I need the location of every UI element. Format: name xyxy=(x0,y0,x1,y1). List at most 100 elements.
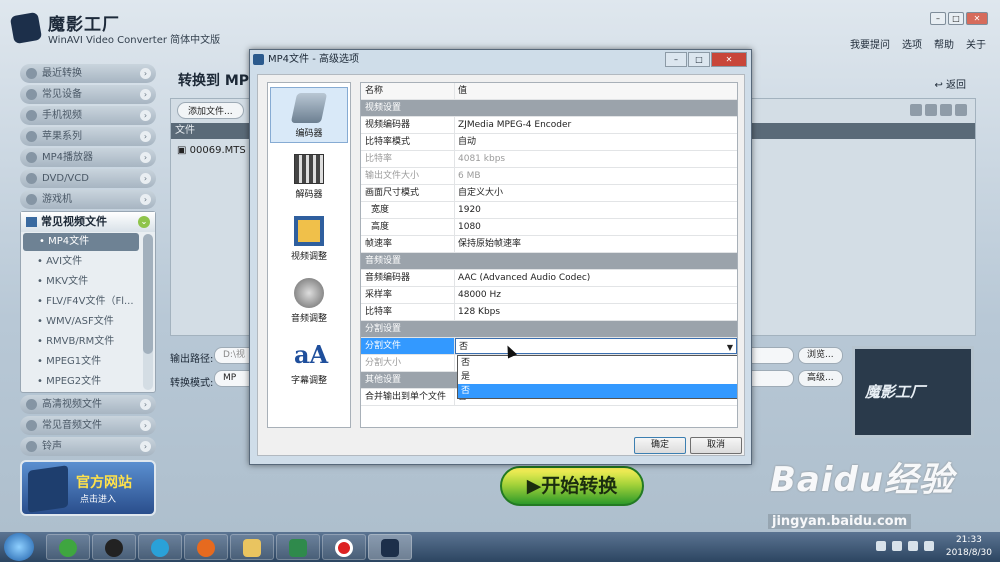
format-item-mpeg2[interactable]: • MPEG2文件 xyxy=(21,372,141,392)
category-encoder[interactable]: 编码器 xyxy=(270,87,348,143)
property-value[interactable]: 否 ▼ xyxy=(455,338,737,354)
file-toolbar xyxy=(910,104,967,116)
property-row[interactable]: 画面尺寸模式 自定义大小 xyxy=(361,185,737,202)
property-value[interactable]: 48000 Hz xyxy=(455,287,737,303)
category-subtitle-adjust[interactable]: aA 字幕调整 xyxy=(270,335,348,391)
property-row[interactable]: 分割文件否 ▼ xyxy=(361,338,737,355)
dialog-minimize-button[interactable]: – xyxy=(665,52,687,67)
advanced-button[interactable]: 高级... xyxy=(798,370,843,387)
dropdown-option[interactable]: 是 xyxy=(458,370,737,384)
property-row[interactable]: 采样率 48000 Hz xyxy=(361,287,737,304)
format-item-mp4[interactable]: • MP4文件 xyxy=(23,233,139,251)
sidebar-item-mp4player[interactable]: MP4播放器 › xyxy=(20,148,156,167)
format-list-scrollbar[interactable] xyxy=(143,234,153,390)
taskbar-app-ie[interactable] xyxy=(46,534,90,560)
property-row[interactable]: 输出文件大小 6 MB xyxy=(361,168,737,185)
property-row[interactable]: 宽度 1920 xyxy=(361,202,737,219)
clock[interactable]: 21:33 2018/8/30 xyxy=(946,534,992,560)
tray-network-icon[interactable] xyxy=(908,541,918,551)
property-value[interactable]: 自定义大小 xyxy=(455,185,737,201)
property-value[interactable]: 1080 xyxy=(455,219,737,235)
taskbar-app-firefox[interactable] xyxy=(184,534,228,560)
taskbar-app-player[interactable] xyxy=(276,534,320,560)
property-row[interactable]: 帧速率 保持原始帧速率 xyxy=(361,236,737,253)
property-value[interactable]: 自动 xyxy=(455,134,737,150)
clear-icon[interactable] xyxy=(955,104,967,116)
add-icon[interactable] xyxy=(940,104,952,116)
taskbar-app-explorer[interactable] xyxy=(230,534,274,560)
property-row[interactable]: 比特率 4081 kbps xyxy=(361,151,737,168)
cancel-button[interactable]: 取消 xyxy=(690,437,742,454)
chevron-right-icon: › xyxy=(140,173,151,184)
taskbar-app-media[interactable] xyxy=(138,534,182,560)
property-row[interactable]: 音频编码器 AAC (Advanced Audio Codec) xyxy=(361,270,737,287)
tray-arrow-icon[interactable] xyxy=(876,541,886,551)
tray-flag-icon[interactable] xyxy=(892,541,902,551)
back-button[interactable]: ↩ 返回 xyxy=(934,76,966,91)
official-site-sub: 点击进入 xyxy=(80,495,117,505)
sidebar-item-recent[interactable]: 最近转换 › xyxy=(20,64,156,83)
sidebar-item-dvd[interactable]: DVD/VCD › xyxy=(20,169,156,188)
dialog-maximize-button[interactable]: □ xyxy=(688,52,710,67)
ok-button[interactable]: 确定 xyxy=(634,437,686,454)
clock-date: 2018/8/30 xyxy=(945,548,992,558)
remove-icon[interactable] xyxy=(910,104,922,116)
winavi-icon xyxy=(381,539,399,557)
format-item-avi[interactable]: • AVI文件 xyxy=(21,252,141,272)
dropdown-option[interactable]: 否 xyxy=(458,356,737,370)
browse-button[interactable]: 浏览... xyxy=(798,347,843,364)
add-file-button[interactable]: 添加文件... xyxy=(177,102,244,119)
clock-time: 21:33 xyxy=(955,535,982,545)
media-icon xyxy=(151,539,169,557)
menu-about[interactable]: 关于 xyxy=(966,36,986,51)
property-value[interactable]: 4081 kbps xyxy=(455,151,737,167)
file-row[interactable]: ▣ 00069.MTS xyxy=(177,145,246,156)
menu-ask[interactable]: 我要提问 xyxy=(850,36,890,51)
menu-help[interactable]: 帮助 xyxy=(934,36,954,51)
taskbar-app-qq[interactable] xyxy=(92,534,136,560)
property-value[interactable]: 1920 xyxy=(455,202,737,218)
sidebar-group-header[interactable]: 常见视频文件 ⌄ xyxy=(21,212,155,232)
property-value[interactable]: ZJMedia MPEG-4 Encoder xyxy=(455,117,737,133)
dropdown-arrow-icon[interactable]: ▼ xyxy=(727,339,733,356)
close-button[interactable]: ✕ xyxy=(966,12,988,25)
format-item-wmv[interactable]: • WMV/ASF文件 xyxy=(21,312,141,332)
property-value[interactable]: 128 Kbps xyxy=(455,304,737,320)
sidebar-item-phone[interactable]: 手机视频 › xyxy=(20,106,156,125)
category-decoder[interactable]: 解码器 xyxy=(270,149,348,205)
format-item-flv[interactable]: • FLV/F4V文件（Fl... xyxy=(21,292,141,312)
taskbar-app-winavi[interactable] xyxy=(368,534,412,560)
property-value[interactable]: 保持原始帧速率 xyxy=(455,236,737,252)
property-row[interactable]: 高度 1080 xyxy=(361,219,737,236)
taskbar-app-record[interactable] xyxy=(322,534,366,560)
tray-volume-icon[interactable] xyxy=(924,541,934,551)
dropdown-option-highlighted[interactable]: 否 xyxy=(458,384,737,398)
format-item-mkv[interactable]: • MKV文件 xyxy=(21,272,141,292)
property-value[interactable]: 6 MB xyxy=(455,168,737,184)
sidebar-item-hd[interactable]: 高清视频文件 › xyxy=(20,395,156,414)
category-audio-adjust[interactable]: 音频调整 xyxy=(270,273,348,329)
maximize-button[interactable]: □ xyxy=(948,12,964,25)
start-convert-button[interactable]: ▶开始转换 xyxy=(500,466,644,506)
property-value[interactable]: AAC (Advanced Audio Codec) xyxy=(455,270,737,286)
sidebar-item-console[interactable]: 游戏机 › xyxy=(20,190,156,209)
minimize-button[interactable]: – xyxy=(930,12,946,25)
format-item-rmvb[interactable]: • RMVB/RM文件 xyxy=(21,332,141,352)
sidebar-item-devices[interactable]: 常见设备 › xyxy=(20,85,156,104)
property-row[interactable]: 视频编码器 ZJMedia MPEG-4 Encoder xyxy=(361,117,737,134)
dialog-close-button[interactable]: ✕ xyxy=(711,52,747,67)
chevron-right-icon: › xyxy=(140,399,151,410)
category-video-adjust[interactable]: 视频调整 xyxy=(270,211,348,267)
scrollbar-thumb[interactable] xyxy=(143,234,153,354)
official-site-banner[interactable]: 官方网站 点击进入 xyxy=(20,460,156,516)
sidebar-item-audio[interactable]: 常见音频文件 › xyxy=(20,416,156,435)
property-row[interactable]: 比特率 128 Kbps xyxy=(361,304,737,321)
move-up-icon[interactable] xyxy=(925,104,937,116)
windows-start-icon[interactable] xyxy=(4,533,34,561)
property-name: 比特率 xyxy=(361,304,455,320)
menu-options[interactable]: 选项 xyxy=(902,36,922,51)
sidebar-item-apple[interactable]: 苹果系列 › xyxy=(20,127,156,146)
format-item-mpeg1[interactable]: • MPEG1文件 xyxy=(21,352,141,372)
property-row[interactable]: 比特率模式 自动 xyxy=(361,134,737,151)
sidebar-item-ringtone[interactable]: 铃声 › xyxy=(20,437,156,456)
